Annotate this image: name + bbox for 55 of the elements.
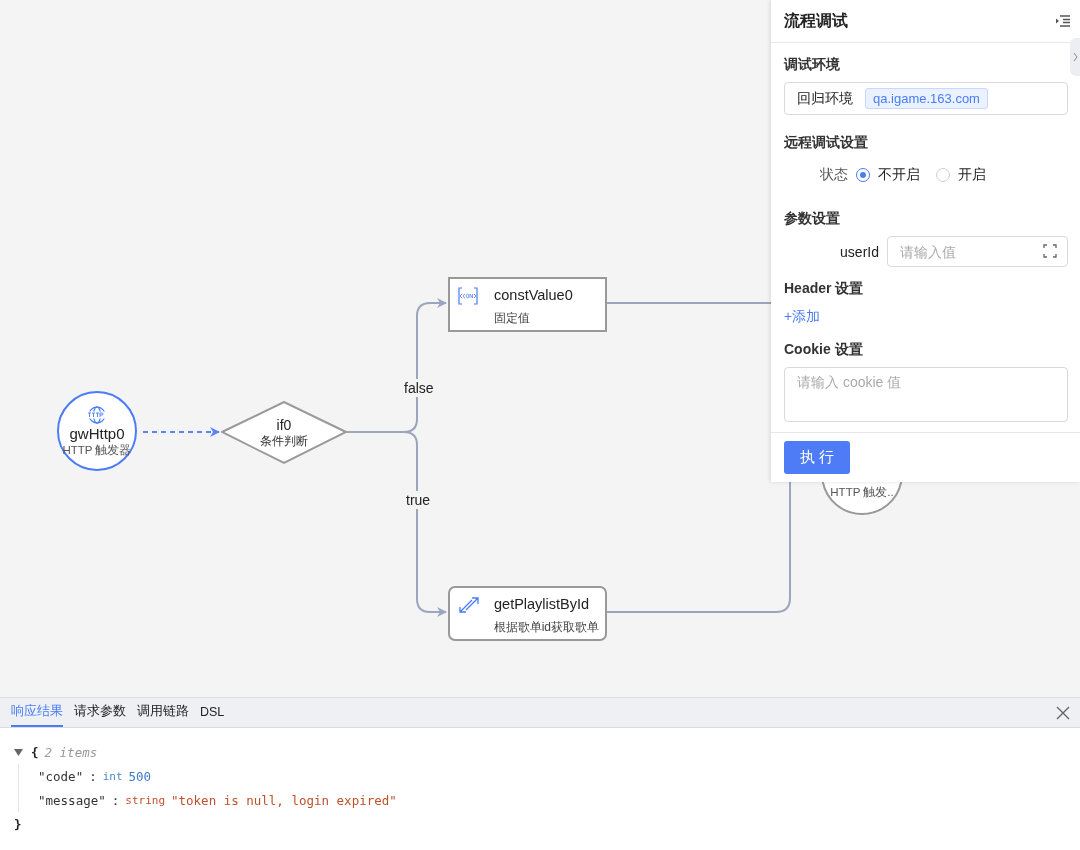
- section-title: 参数设置: [784, 209, 841, 228]
- collapse-caret-icon[interactable]: [14, 748, 23, 756]
- globe-icon: [86, 405, 108, 424]
- node-subtitle: HTTP 触发器: [62, 442, 132, 457]
- type-label: string: [125, 793, 165, 807]
- collapse-handle-icon[interactable]: [1070, 38, 1080, 76]
- item-count: 2 items: [44, 744, 98, 760]
- edge-label: false: [402, 379, 436, 397]
- indent-icon[interactable]: [1055, 14, 1071, 28]
- node-subtitle: 条件判断: [260, 434, 308, 449]
- section-title: 远程调试设置: [784, 133, 869, 152]
- process-node[interactable]: constValue0 固定值: [448, 277, 607, 332]
- json-key: "message": [38, 792, 106, 808]
- field-label: userId: [840, 243, 879, 260]
- edge-label: true: [404, 491, 433, 509]
- environment-select[interactable]: 回归环境 qa.igame.163.com: [784, 82, 1068, 115]
- result-tab[interactable]: DSL: [200, 698, 225, 727]
- node-title: getPlaylistById: [494, 595, 591, 614]
- node-title: constValue0: [494, 286, 574, 305]
- node-subtitle: HTTP 触发..: [829, 485, 895, 499]
- result-tab[interactable]: 请求参数: [74, 698, 126, 727]
- json-brace: }: [14, 816, 22, 832]
- arrows-icon: [458, 596, 480, 614]
- host-tag: qa.igame.163.com: [865, 88, 988, 109]
- node-title: if0: [276, 417, 292, 434]
- panel-title: 流程调试: [784, 10, 848, 31]
- type-label: int: [102, 769, 123, 783]
- json-brace: {: [31, 744, 39, 760]
- section-title: 调试环境: [784, 55, 841, 74]
- json-colon: :: [111, 792, 120, 808]
- trigger-node[interactable]: [821, 482, 903, 516]
- result-tab[interactable]: 调用链路: [137, 698, 189, 727]
- section-title: Header 设置: [784, 279, 865, 298]
- expand-icon: [1043, 244, 1057, 258]
- diamond-node[interactable]: [221, 401, 347, 465]
- json-value: "token is null, login expired": [171, 792, 397, 808]
- section-title: Cookie 设置: [784, 340, 864, 359]
- field-label: 状态: [820, 166, 848, 184]
- brackets-icon: [458, 287, 478, 305]
- json-value: 500: [128, 768, 152, 784]
- radio-label: 开启: [958, 166, 986, 184]
- node-title: gwHttp0: [69, 424, 125, 442]
- close-icon[interactable]: [1056, 705, 1070, 720]
- radio-label: 不开启: [878, 166, 920, 184]
- result-tab[interactable]: 响应结果: [11, 698, 63, 727]
- json-key: "code": [38, 768, 84, 784]
- process-node[interactable]: getPlaylistById 根据歌单id获取歌单: [448, 586, 607, 641]
- json-colon: :: [89, 768, 97, 784]
- input-field[interactable]: 请输入值: [887, 236, 1068, 267]
- run-button[interactable]: 执 行: [784, 441, 850, 474]
- node-subtitle: 根据歌单id获取歌单: [493, 618, 599, 636]
- node-subtitle: 固定值: [494, 309, 531, 327]
- input-field[interactable]: 请输入 cookie 值: [784, 367, 1068, 422]
- trigger-node[interactable]: gwHttp0 HTTP 触发器: [57, 391, 137, 471]
- add-link[interactable]: +添加: [784, 306, 821, 326]
